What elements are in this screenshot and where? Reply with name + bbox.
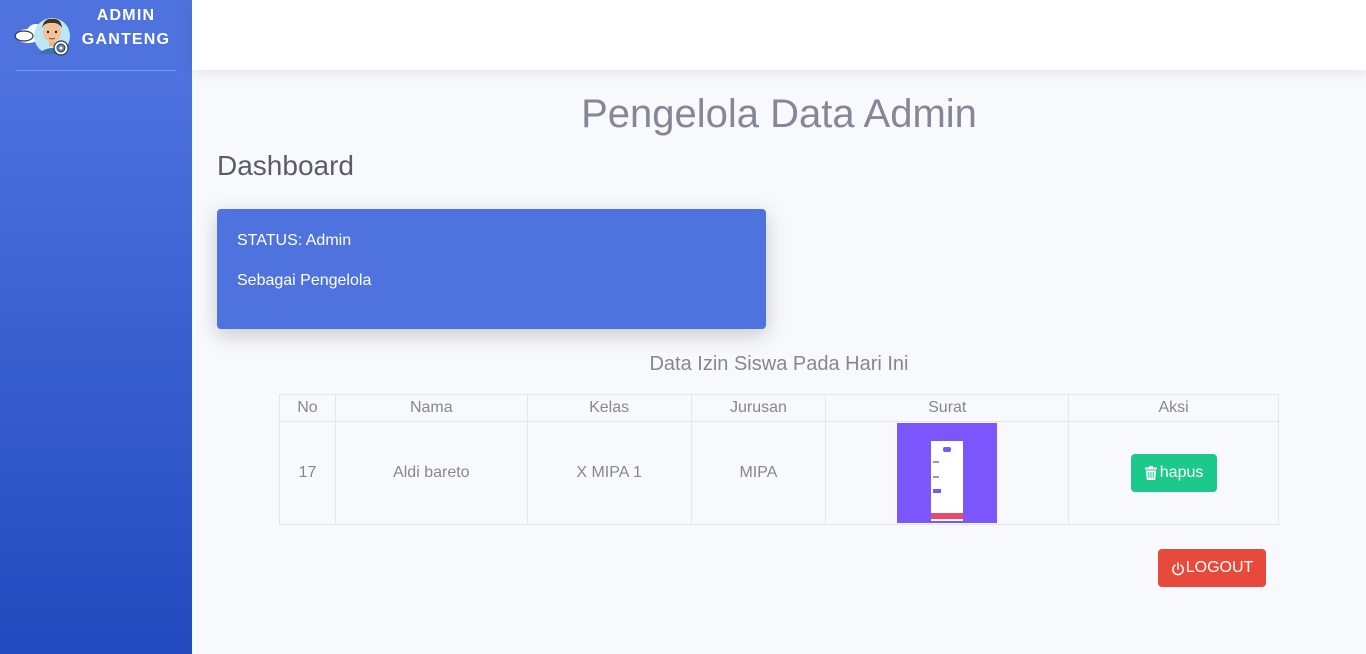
logout-label: LOGOUT xyxy=(1185,559,1254,576)
column-header-aksi: Aksi xyxy=(1068,394,1279,422)
letter-document-preview xyxy=(931,441,964,521)
role-text: Sebagai Pengelola xyxy=(237,272,372,289)
table-row: 17 Aldi bareto X MIPA 1 MIPA hapus xyxy=(279,421,1279,525)
table-caption: Data Izin Siswa Pada Hari Ini xyxy=(649,353,909,375)
sidebar: ADMIN GANTENG xyxy=(0,0,192,654)
delete-button[interactable]: hapus xyxy=(1130,454,1217,492)
cell-nama: Aldi bareto xyxy=(334,421,528,525)
logout-button[interactable]: LOGOUT xyxy=(1158,549,1266,587)
column-header-no: No xyxy=(279,394,336,422)
cell-no: 17 xyxy=(279,421,336,525)
delete-button-label: hapus xyxy=(1159,464,1204,481)
column-header-surat: Surat xyxy=(825,394,1070,422)
brand-title: ADMIN GANTENG xyxy=(81,7,171,48)
status-card: STATUS: Admin Sebagai Pengelola xyxy=(217,209,766,329)
page-heading: Pengelola Data Admin xyxy=(581,92,977,136)
column-header-nama: Nama xyxy=(334,394,528,422)
sidebar-brand[interactable]: ADMIN GANTENG xyxy=(0,0,192,70)
admin-avatar-icon xyxy=(14,18,70,56)
table-header-row: No Nama Kelas Jurusan Surat Aksi xyxy=(279,394,1279,422)
column-header-kelas: Kelas xyxy=(526,394,692,422)
status-text: STATUS: Admin xyxy=(237,232,352,249)
cell-surat xyxy=(825,421,1070,525)
column-header-jurusan: Jurusan xyxy=(690,394,827,422)
dashboard-title: Dashboard xyxy=(217,150,354,181)
power-icon xyxy=(1171,562,1184,576)
topbar xyxy=(192,0,1366,70)
letter-thumbnail[interactable] xyxy=(897,423,998,523)
permission-table: No Nama Kelas Jurusan Surat Aksi 17 Aldi… xyxy=(279,394,1279,525)
trash-icon xyxy=(1144,466,1157,480)
cell-kelas: X MIPA 1 xyxy=(526,421,692,525)
cell-jurusan: MIPA xyxy=(690,421,827,525)
cell-aksi: hapus xyxy=(1068,421,1279,525)
sidebar-divider xyxy=(16,70,176,71)
